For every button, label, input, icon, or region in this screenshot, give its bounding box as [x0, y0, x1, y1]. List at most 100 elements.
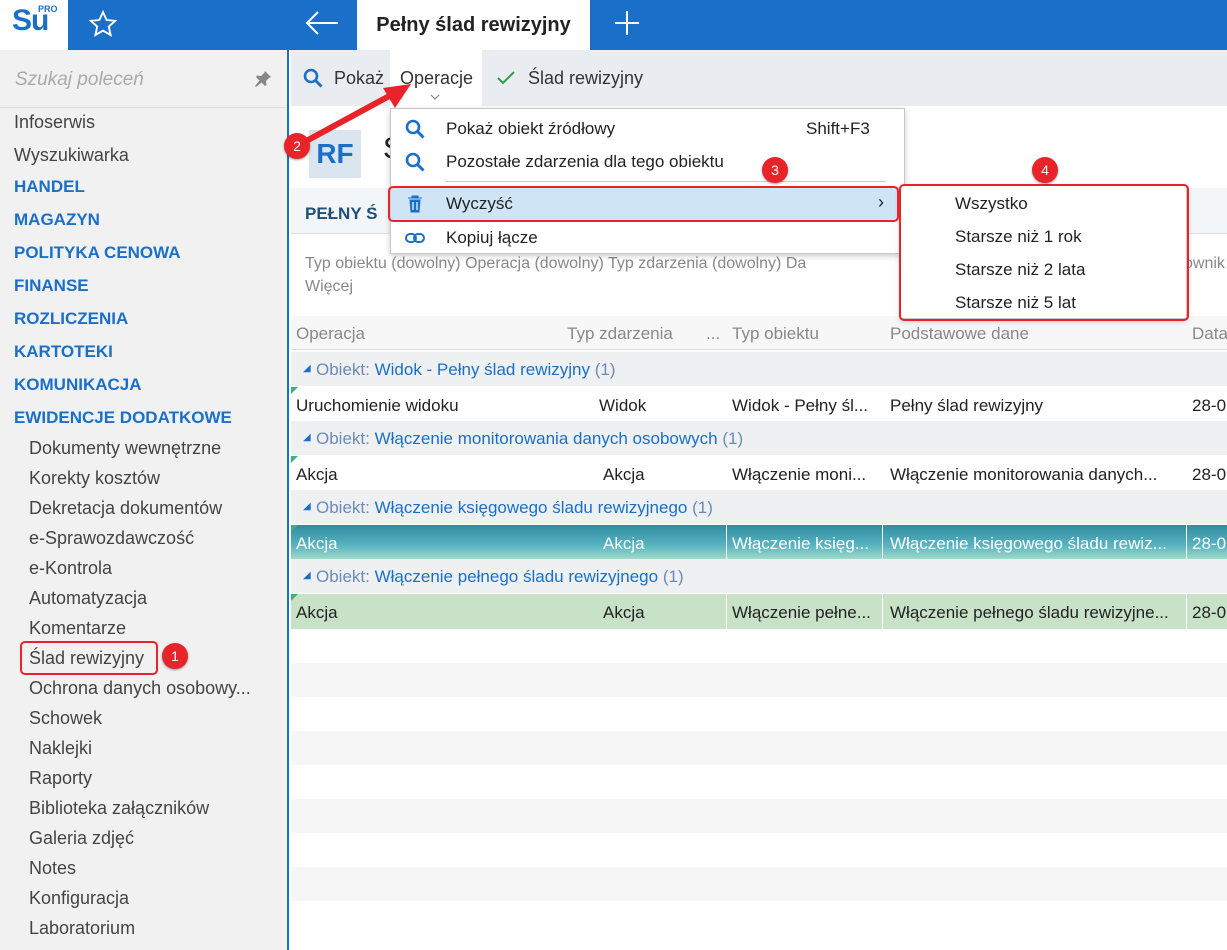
sidebar-item-komentarze[interactable]: Komentarze: [29, 618, 126, 639]
sidebar-section-kartoteki[interactable]: KARTOTEKI: [14, 342, 113, 362]
empty-row: [291, 833, 1227, 867]
sidebar-item-schowek[interactable]: Schowek: [29, 708, 102, 729]
group-name: Widok - Pełny ślad rewizyjny: [374, 360, 590, 379]
menu-divider: [446, 181, 886, 182]
empty-row: [291, 629, 1227, 663]
menu-item-label: Kopiuj łącze: [446, 228, 538, 247]
group-header[interactable]: ◢ Obiekt: Włączenie pełnego śladu rewizy…: [291, 559, 1227, 593]
menu-item-show-source[interactable]: Pokaż obiekt źródłowy Shift+F3: [391, 112, 904, 145]
step-marker: 4: [1032, 157, 1058, 183]
sidebar-section-handel[interactable]: HANDEL: [14, 177, 85, 197]
sidebar-item-biblioteka[interactable]: Biblioteka załączników: [29, 798, 209, 819]
group-count: (1): [662, 567, 684, 586]
table-row[interactable]: Akcja Akcja Włączenie moni... Włączenie …: [291, 456, 1227, 491]
menu-item-label: Pozostałe zdarzenia dla tego obiektu: [446, 152, 724, 171]
cell-typ-zdarzenia: Widok: [599, 396, 647, 415]
cell-operacja: Uruchomienie widoku: [296, 396, 459, 415]
empty-row: [291, 867, 1227, 901]
grid-header: Operacja Typ zdarzenia ... Typ obiektu P…: [291, 316, 1227, 350]
row-marker-icon: [291, 525, 298, 532]
sidebar-item-dokumenty[interactable]: Dokumenty wewnętrzne: [29, 438, 221, 459]
column-header-typ-obiektu[interactable]: Typ obiektu: [732, 324, 819, 344]
sidebar-item-naklejki[interactable]: Naklejki: [29, 738, 92, 759]
sidebar-section-komunikacja[interactable]: KOMUNIKACJA: [14, 375, 142, 395]
filters-tail: ownik: [1184, 255, 1225, 272]
collapse-triangle-icon[interactable]: ◢: [303, 570, 311, 581]
sidebar-item-konfiguracja[interactable]: Konfiguracja: [29, 888, 129, 909]
row-marker-icon: [291, 456, 298, 463]
row-marker-icon: [291, 387, 298, 394]
sidebar-item-notes[interactable]: Notes: [29, 858, 76, 879]
cell-typ-obiektu: Włączenie moni...: [732, 465, 867, 484]
sidebar-section-polityka-cenowa[interactable]: POLITYKA CENOWA: [14, 243, 181, 263]
link-icon: [405, 233, 425, 243]
sidebar-item-laboratorium[interactable]: Laboratorium: [29, 918, 135, 939]
plus-icon[interactable]: [612, 8, 642, 38]
cell-typ-zdarzenia: Akcja: [603, 534, 645, 553]
sidebar-section-ewidencje[interactable]: EWIDENCJE DODATKOWE: [14, 408, 232, 428]
audit-trail-button[interactable]: Ślad rewizyjny: [528, 68, 643, 89]
menu-item-label: Pokaż obiekt źródłowy: [446, 119, 616, 138]
tab-audit-trail[interactable]: Pełny ślad rewizyjny: [357, 0, 590, 50]
table-row-highlighted[interactable]: Akcja Akcja Włączenie pełne... Włączenie…: [291, 594, 1227, 629]
cell-podstawowe-dane: Włączenie księgowego śladu rewiz...: [890, 534, 1167, 553]
collapse-triangle-icon[interactable]: ◢: [303, 501, 311, 512]
column-header-typ-zdarzenia[interactable]: Typ zdarzenia: [567, 324, 673, 344]
more-filters-link[interactable]: Więcej: [305, 278, 353, 296]
group-header[interactable]: ◢ Obiekt: Włączenie monitorowania danych…: [291, 421, 1227, 455]
menu-item-copy-link[interactable]: Kopiuj łącze: [391, 221, 904, 254]
sidebar-section-rozliczenia[interactable]: ROZLICZENIA: [14, 309, 128, 329]
cell-operacja: Akcja: [296, 534, 338, 553]
group-count: (1): [722, 429, 744, 448]
group-name: Włączenie monitorowania danych osobowych: [374, 429, 718, 448]
sidebar-section-magazyn[interactable]: MAGAZYN: [14, 210, 100, 230]
pin-icon[interactable]: [254, 70, 272, 88]
section-title: PEŁNY Ś: [305, 204, 378, 223]
sidebar-item-raporty[interactable]: Raporty: [29, 768, 92, 789]
sidebar-item-wyszukiwarka[interactable]: Wyszukiwarka: [14, 145, 129, 166]
group-prefix: Obiekt:: [316, 429, 370, 448]
column-header-operacja[interactable]: Operacja: [296, 324, 365, 344]
table-row-selected[interactable]: Akcja Akcja Włączenie księg... Włączenie…: [291, 525, 1227, 560]
cell-podstawowe-dane: Włączenie monitorowania danych...: [890, 465, 1158, 484]
logo-badge: PRO: [38, 4, 58, 14]
empty-row: [291, 799, 1227, 833]
empty-row: [291, 765, 1227, 799]
app-logo[interactable]: Su PRO: [0, 0, 68, 50]
back-arrow-icon[interactable]: [304, 8, 340, 38]
search-input[interactable]: Szukaj poleceń: [15, 69, 144, 91]
operations-menu: Pokaż obiekt źródłowy Shift+F3 Pozostałe…: [390, 108, 905, 254]
group-count: (1): [692, 498, 713, 517]
row-marker-icon: [291, 594, 298, 601]
sidebar-item-galeria[interactable]: Galeria zdjęć: [29, 828, 134, 849]
cell-data: 28-0: [1192, 603, 1227, 622]
table-row[interactable]: Uruchomienie widoku Widok Widok - Pełny …: [291, 387, 1227, 422]
column-header-podstawowe-dane[interactable]: Podstawowe dane: [890, 324, 1029, 344]
command-search[interactable]: Szukaj poleceń: [0, 50, 287, 108]
step-marker: 3: [762, 157, 788, 183]
sidebar-item-infoserwis[interactable]: Infoserwis: [14, 112, 95, 133]
star-icon[interactable]: [88, 9, 118, 39]
column-header-data[interactable]: Data: [1192, 324, 1227, 344]
group-header[interactable]: ◢ Obiekt: Widok - Pełny ślad rewizyjny (…: [291, 352, 1227, 386]
sidebar-item-ochrona-danych[interactable]: Ochrona danych osobowy...: [29, 678, 251, 699]
sidebar-item-e-sprawozdawczosc[interactable]: e-Sprawozdawczość: [29, 528, 194, 549]
sidebar-item-automatyzacja[interactable]: Automatyzacja: [29, 588, 147, 609]
cell-typ-zdarzenia: Akcja: [603, 603, 645, 622]
sidebar-item-e-kontrola[interactable]: e-Kontrola: [29, 558, 112, 579]
collapse-triangle-icon[interactable]: ◢: [303, 363, 311, 374]
sidebar-section-finanse[interactable]: FINANSE: [14, 276, 89, 296]
toolbar: Pokaż Operacje Ślad rewizyjny: [291, 50, 1227, 106]
cell-operacja: Akcja: [296, 603, 338, 622]
sidebar-item-korekty[interactable]: Korekty kosztów: [29, 468, 160, 489]
menu-item-other-events[interactable]: Pozostałe zdarzenia dla tego obiektu: [391, 145, 904, 178]
column-header-more[interactable]: ...: [706, 324, 720, 344]
group-header[interactable]: ◢ Obiekt: Włączenie księgowego śladu rew…: [291, 490, 1227, 524]
collapse-triangle-icon[interactable]: ◢: [303, 432, 311, 443]
empty-row: [291, 697, 1227, 731]
group-prefix: Obiekt:: [316, 360, 370, 379]
sidebar-item-dekretacja[interactable]: Dekretacja dokumentów: [29, 498, 222, 519]
step-marker: 1: [162, 643, 188, 669]
annotation-box: [388, 186, 899, 222]
filters-text[interactable]: Typ obiektu (dowolny) Operacja (dowolny)…: [305, 255, 806, 272]
